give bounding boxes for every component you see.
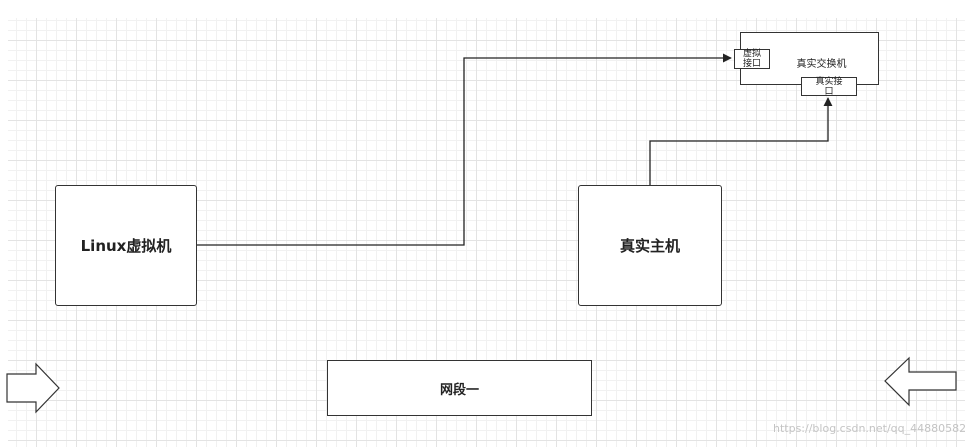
right-arrow-icon: [6, 362, 60, 414]
linux-vm-label: Linux虚拟机: [80, 237, 172, 255]
real-port-box[interactable]: 真实接 口: [801, 76, 857, 97]
left-arrow-icon: [884, 356, 957, 407]
virtual-port-box[interactable]: 虚拟 接口: [734, 49, 770, 69]
watermark-text: https://blog.csdn.net/qq_44880582: [773, 422, 965, 435]
connector-host-to-real-port[interactable]: [649, 97, 833, 185]
virtual-port-label: 虚拟 接口: [742, 49, 761, 69]
segment-label: 网段一: [439, 382, 479, 398]
real-port-label: 真实接 口: [815, 76, 843, 97]
linux-vm-box[interactable]: Linux虚拟机: [55, 185, 197, 306]
switch-label: 真实交换机: [796, 59, 847, 70]
segment-box[interactable]: 网段一: [327, 360, 592, 416]
real-host-box[interactable]: 真实主机: [578, 185, 722, 306]
real-host-label: 真实主机: [619, 237, 680, 255]
